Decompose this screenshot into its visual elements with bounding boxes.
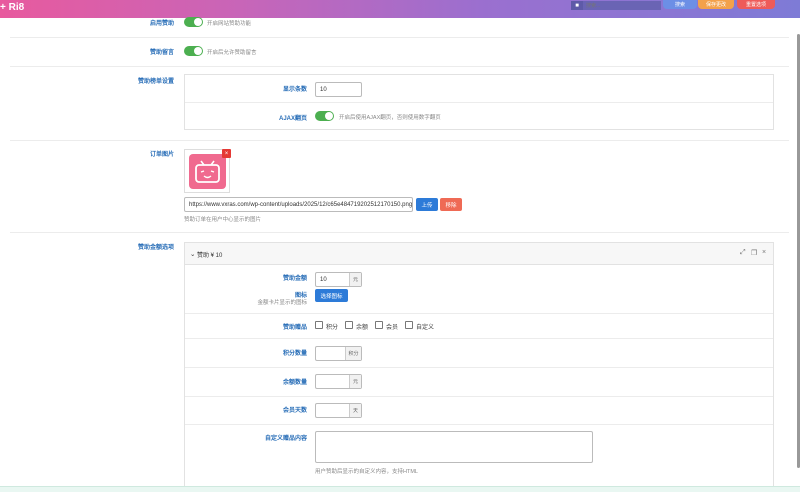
divider (185, 396, 773, 397)
search-icon: ■ (571, 1, 583, 10)
remove-button[interactable]: 移除 (440, 198, 462, 211)
copy-icon[interactable]: ❐ (751, 249, 757, 257)
custom-gift-textarea[interactable] (315, 431, 593, 463)
amount-item-header[interactable] (185, 243, 773, 265)
vip-days-label: 会员天数 (282, 408, 307, 414)
points-label: 积分数量 (282, 351, 307, 357)
donate-list-label: 赞助榜单设置 (137, 79, 174, 85)
search-button[interactable]: 搜索 (663, 0, 697, 9)
chevron-down-icon[interactable]: ⌄ (190, 250, 195, 258)
balance-unit: 元 (349, 375, 361, 388)
vip-days-input[interactable]: 天 (315, 403, 362, 418)
ajax-toggle[interactable] (315, 111, 334, 121)
icon-desc: 金额卡片显示的图标 (257, 300, 307, 306)
balance-input[interactable]: 元 (315, 374, 362, 389)
top-bar: + Ri8 ■ 搜索 保存更改 重置选项 (0, 0, 800, 18)
balance-label: 余额数量 (282, 380, 307, 386)
custom-gift-desc: 用户赞助后显示的自定义内容，支持HTML (315, 469, 418, 475)
divider (10, 140, 789, 141)
divider (10, 232, 789, 233)
amount-options-label: 赞助金额选项 (137, 245, 174, 251)
order-image-preview: × (184, 149, 231, 193)
gift-vip-label: 会员 (386, 325, 399, 331)
divider (10, 37, 789, 38)
ajax-desc: 开启后使用AJAX翻页，否则使用数字翻页 (339, 115, 441, 121)
points-input[interactable]: 积分 (315, 346, 362, 361)
donate-comment-label: 赞助留言 (149, 50, 174, 56)
gift-vip-checkbox[interactable] (375, 321, 383, 329)
upload-button[interactable]: 上传 (416, 198, 438, 211)
tv-image (189, 154, 226, 189)
gift-points-checkbox[interactable] (315, 321, 323, 329)
search-box: ■ (571, 1, 661, 10)
bottom-bar (0, 486, 800, 492)
divider (185, 367, 773, 368)
donate-comment-desc: 开启后允许赞助留言 (207, 50, 257, 56)
gift-custom-checkbox[interactable] (405, 321, 413, 329)
ajax-label: AJAX翻页 (278, 116, 307, 122)
gift-balance-label: 余额 (356, 325, 369, 331)
points-unit: 积分 (345, 347, 361, 360)
enable-donate-toggle[interactable] (184, 17, 203, 27)
save-button[interactable]: 保存更改 (698, 0, 734, 9)
remove-image-icon[interactable]: × (222, 149, 231, 158)
amount-input[interactable]: 10 元 (315, 272, 362, 287)
move-icon[interactable]: ⤢ (740, 249, 746, 257)
vip-days-unit: 天 (349, 404, 361, 417)
enable-donate-desc: 开启网站赞助功能 (207, 21, 252, 27)
donate-comment-toggle[interactable] (184, 46, 203, 56)
brand-logo: + Ri8 (0, 2, 25, 13)
amount-item-title: 赞助 ¥ 10 (197, 253, 223, 259)
order-image-label: 订单图片 (149, 152, 174, 158)
gift-points-label: 积分 (326, 325, 339, 331)
divider (185, 424, 773, 425)
count-input[interactable]: 10 (315, 82, 362, 97)
gift-label: 赞助赠品 (282, 325, 307, 331)
count-label: 显示条数 (282, 87, 307, 93)
enable-donate-label: 启用赞助 (149, 21, 174, 27)
gift-balance-checkbox[interactable] (345, 321, 353, 329)
amount-unit: 元 (349, 273, 361, 286)
image-url-input[interactable]: https://www.vxras.com/wp-content/uploads… (184, 197, 413, 212)
choose-icon-button[interactable]: 选择图标 (315, 289, 348, 302)
reset-button[interactable]: 重置选项 (737, 0, 775, 9)
divider (185, 313, 773, 314)
tv-face-icon (195, 160, 220, 183)
custom-gift-label: 自定义赠品内容 (264, 436, 307, 442)
amount-value: 10 (320, 276, 327, 283)
divider (10, 66, 789, 67)
order-image-desc: 赞助订单在用户中心显示的图片 (184, 217, 262, 223)
search-input[interactable] (583, 1, 661, 10)
gift-custom-label: 自定义 (416, 325, 435, 331)
amount-label: 赞助金额 (282, 276, 307, 282)
divider (185, 102, 773, 103)
divider (185, 338, 773, 339)
close-icon[interactable]: × (762, 249, 766, 256)
